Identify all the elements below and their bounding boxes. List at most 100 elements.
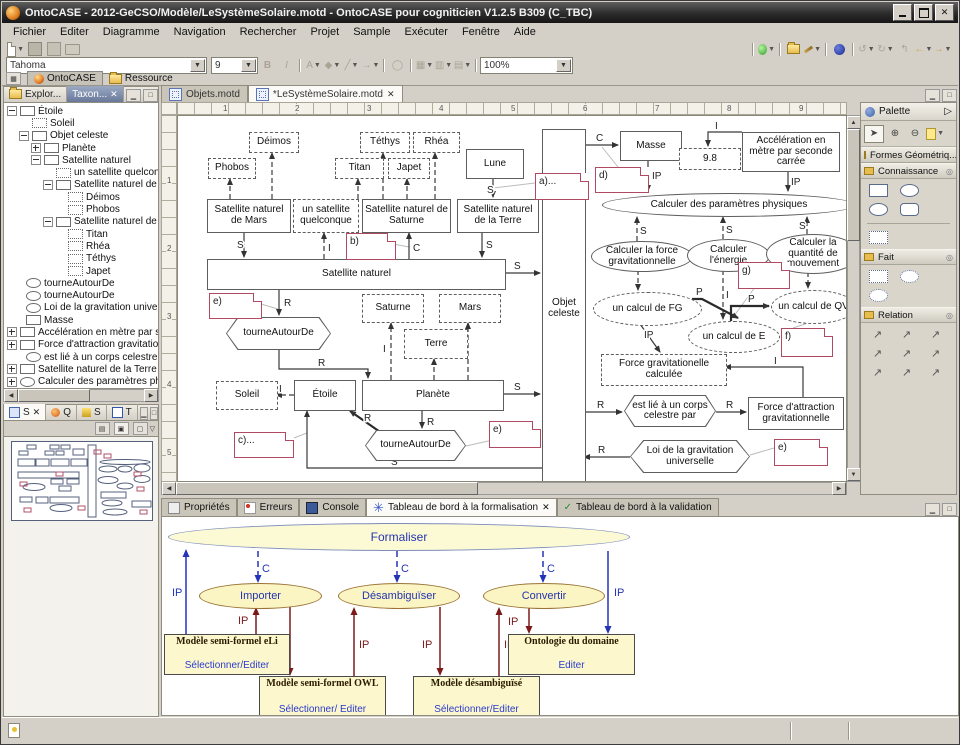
select-tool-icon[interactable]: ➤ — [864, 125, 884, 143]
tree-item[interactable]: Loi de la gravitation universelle — [7, 302, 158, 314]
relation-node[interactable]: Loi de la gravitation universelle — [630, 440, 750, 473]
importer-node[interactable]: Importer — [199, 583, 322, 609]
relation-node[interactable]: est lié à un corps celestre par — [624, 395, 716, 427]
tree-item[interactable]: Satellite naturel de la Terre — [7, 363, 158, 375]
tree-item[interactable]: Satellite naturel de M — [7, 179, 158, 191]
tree-item[interactable]: un satellite quelconqu — [7, 166, 158, 178]
tree-item[interactable]: Soleil — [7, 117, 158, 129]
tree-item[interactable]: Satellite naturel de Sa — [7, 216, 158, 228]
relation-ip-tool-icon[interactable]: ↗ — [927, 347, 944, 360]
instance-node[interactable]: Titan — [335, 158, 384, 179]
concept-node[interactable]: Accélération en mètre par seconde carrée — [742, 132, 840, 172]
expander-icon[interactable] — [7, 340, 17, 350]
tab-erreurs[interactable]: Erreurs — [237, 498, 300, 516]
menu-fichier[interactable]: Fichier — [6, 24, 53, 40]
tree-item[interactable]: Titan — [7, 228, 158, 240]
relation-s-tool-icon[interactable]: ↗ — [898, 328, 915, 341]
concept-node[interactable]: Satellite naturel — [207, 259, 506, 290]
activity-tool-icon[interactable] — [900, 184, 919, 197]
artifact-link[interactable]: Sélectionner/Editer — [185, 660, 270, 671]
tree-item[interactable]: Calculer des paramètres physique — [7, 376, 158, 388]
relation-ellipse-tool-icon[interactable] — [869, 203, 888, 216]
minimize-editor-icon[interactable]: ▁ — [925, 89, 940, 102]
web-icon[interactable] — [831, 42, 848, 56]
relation-node[interactable]: tourneAutourDe — [365, 430, 466, 461]
instance-tool-icon[interactable] — [869, 270, 888, 283]
convertir-node[interactable]: Convertir — [483, 583, 605, 609]
tab-proprietes[interactable]: Propriétés — [161, 498, 237, 516]
tab-s2[interactable]: S — [77, 404, 107, 420]
outline-mode3-icon[interactable]: ▢ — [133, 422, 148, 435]
brush-icon[interactable]: ▼ — [804, 42, 821, 56]
font-color-icon[interactable]: A▼ — [305, 58, 322, 72]
fact-ellipse-tool-icon[interactable] — [900, 270, 919, 283]
order-icon[interactable]: ▤▼ — [454, 58, 471, 72]
instance-node[interactable]: Déimos — [249, 132, 299, 153]
note-tool-icon[interactable]: ▼ — [926, 126, 944, 142]
menu-aide[interactable]: Aide — [507, 24, 543, 40]
print-icon[interactable] — [64, 42, 81, 56]
note-shape[interactable]: e) — [489, 421, 541, 448]
undo-icon[interactable]: ↺▼ — [858, 42, 875, 56]
instance-node[interactable]: Mars — [439, 294, 501, 323]
zoom-out-tool-icon[interactable]: ⊖ — [906, 126, 924, 142]
palette-section-formes[interactable]: Formes Géométriq... — [861, 147, 956, 163]
scroll-right-icon[interactable]: ▶ — [832, 482, 846, 495]
tree-item[interactable]: Téthys — [7, 253, 158, 265]
instance-node[interactable]: un satellite quelconque — [293, 199, 359, 233]
distribute-icon[interactable]: ▥▼ — [435, 58, 452, 72]
instance-node[interactable]: Terre — [404, 329, 468, 359]
tab-explorer[interactable]: Explor... — [4, 86, 67, 102]
menu-navigation[interactable]: Navigation — [167, 24, 233, 40]
canvas-hscrollbar[interactable]: ◀ ▶ — [161, 482, 847, 495]
tree-item[interactable]: Objet celeste — [7, 130, 158, 142]
scroll-up-icon[interactable]: ▲ — [847, 116, 861, 129]
back-icon[interactable]: ←▼ — [915, 42, 932, 56]
menu-editer[interactable]: Editer — [53, 24, 96, 40]
fill-color-icon[interactable]: ◆▼ — [324, 58, 341, 72]
note-shape[interactable]: d) — [595, 167, 649, 193]
concept-node[interactable]: Masse — [620, 131, 682, 161]
maximize-view-icon[interactable]: □ — [150, 407, 158, 420]
tree-item[interactable]: Accélération en mètre par second — [7, 326, 158, 338]
tree-item[interactable]: Planète — [7, 142, 158, 154]
relation-c-tool-icon[interactable]: ↗ — [869, 328, 886, 341]
tree-item[interactable]: tourneAutourDe — [7, 289, 158, 301]
expander-icon[interactable] — [19, 131, 29, 141]
instance-node[interactable]: Soleil — [216, 381, 278, 410]
open-folder-icon[interactable] — [785, 42, 802, 56]
note-shape[interactable]: a)... — [535, 173, 589, 200]
concept-node[interactable]: Planète — [362, 380, 504, 411]
concept-node[interactable]: Satellite naturel de Mars — [207, 199, 291, 233]
minimize-view-icon[interactable]: ▁ — [925, 503, 940, 516]
concept-node[interactable]: Satellite naturel de la Terre — [457, 199, 539, 233]
pin-icon[interactable]: ◎ — [946, 167, 953, 176]
maximize-button[interactable] — [914, 4, 933, 21]
instance-node[interactable]: 9.8 — [679, 148, 741, 170]
expander-icon[interactable] — [31, 143, 41, 153]
status-icon[interactable] — [8, 723, 20, 738]
perspective-ressource[interactable]: Ressource — [103, 72, 179, 85]
expander-icon[interactable] — [43, 217, 53, 227]
instance-node[interactable]: Rhéa — [413, 132, 460, 153]
minimize-button[interactable] — [893, 4, 912, 21]
relation-i-tool-icon[interactable]: ↗ — [927, 328, 944, 341]
tree-item[interactable]: Japet — [7, 265, 158, 277]
title-bar[interactable]: OntoCASE - 2012-GeCSO/Modèle/LeSystèmeSo… — [2, 2, 958, 23]
pin-icon[interactable]: ◎ — [946, 253, 953, 262]
note-shape[interactable]: f) — [781, 328, 833, 357]
relation-r-tool-icon[interactable]: ↗ — [898, 347, 915, 360]
note-shape[interactable]: c)... — [234, 432, 294, 458]
fact-node[interactable]: un calcul de QV — [771, 290, 847, 324]
outline-thumbnail[interactable] — [11, 441, 153, 521]
close-icon[interactable]: ✕ — [542, 502, 550, 513]
scroll-left-icon[interactable]: ◀ — [4, 389, 18, 402]
close-button[interactable]: ✕ — [935, 4, 954, 21]
note-shape[interactable]: g) — [738, 262, 790, 289]
menu-sample[interactable]: Sample — [346, 24, 397, 40]
note-shape[interactable]: b) — [346, 233, 396, 260]
close-icon[interactable]: ✕ — [110, 89, 118, 100]
relation-n-tool-icon[interactable]: ↗ — [927, 366, 944, 379]
tab-outline[interactable]: S✕ — [4, 404, 46, 420]
instance-node[interactable]: Japet — [388, 158, 430, 179]
